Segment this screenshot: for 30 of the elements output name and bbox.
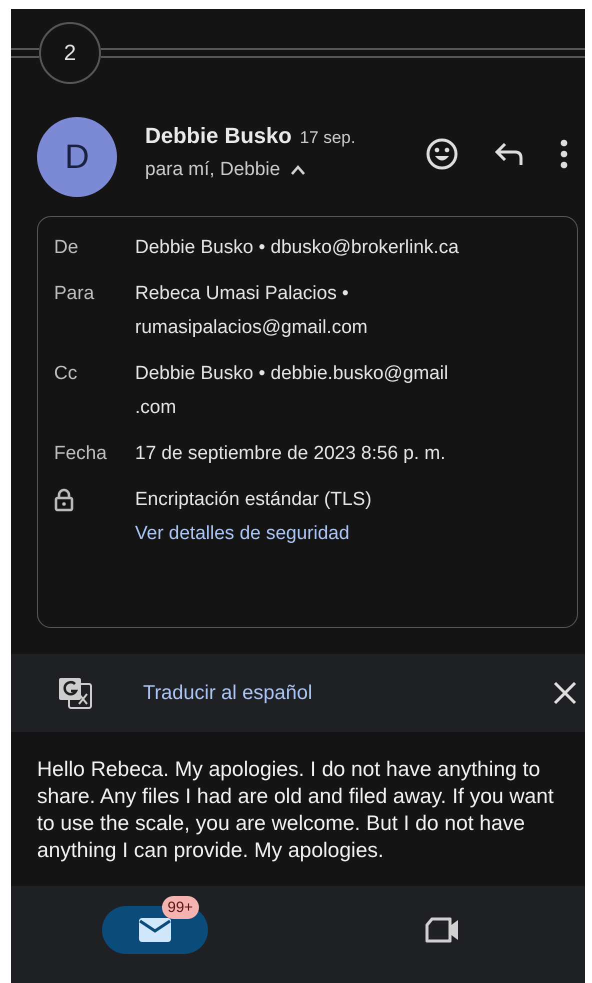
detail-value: rumasipalacios@gmail.com bbox=[135, 316, 369, 340]
more-options-button[interactable] bbox=[559, 139, 569, 169]
detail-value: Encriptación estándar (TLS) bbox=[135, 488, 373, 512]
chevron-icon[interactable] bbox=[290, 164, 306, 176]
mail-icon bbox=[138, 917, 172, 943]
detail-value: Rebeca Umasi Palacios • bbox=[135, 282, 350, 306]
reply-button[interactable] bbox=[493, 140, 525, 168]
detail-label: Fecha bbox=[54, 442, 108, 466]
detail-value: Debbie Busko • debbie.busko@gmail bbox=[135, 362, 450, 386]
message-body: Hello Rebeca. My apologies. I do not have anything to share. Any files I had are old and filed away. If you want to use the scale, you are welcome. But I do not have anything I can provide. My apologies. bbox=[36, 757, 555, 864]
detail-value: Debbie Busko • dbusko@brokerlink.ca bbox=[135, 236, 460, 260]
detail-value: .com bbox=[135, 396, 178, 420]
security-details-link[interactable]: Ver detalles de seguridad bbox=[135, 523, 350, 544]
sender-avatar: D bbox=[37, 117, 117, 197]
translate-button[interactable]: Traducir al español bbox=[93, 680, 553, 706]
detail-value: 17 de septiembre de 2023 8:56 p. m. bbox=[135, 442, 447, 466]
recipients-summary: para mí, Debbie bbox=[145, 159, 280, 181]
unread-count: 99+ bbox=[162, 896, 199, 919]
lock-icon bbox=[54, 488, 74, 512]
emoji-button[interactable] bbox=[425, 137, 459, 171]
message-count[interactable]: 2 bbox=[39, 22, 101, 84]
sender-name: Debbie Busko bbox=[145, 123, 292, 149]
detail-label: De bbox=[54, 236, 80, 260]
detail-label: Para bbox=[54, 282, 96, 306]
translate-icon bbox=[57, 676, 93, 710]
thread-divider bbox=[11, 48, 39, 58]
video-camera-icon bbox=[424, 917, 460, 943]
detail-label: Cc bbox=[54, 362, 78, 386]
message-date: 17 sep. bbox=[300, 128, 356, 148]
close-button[interactable] bbox=[553, 681, 577, 705]
